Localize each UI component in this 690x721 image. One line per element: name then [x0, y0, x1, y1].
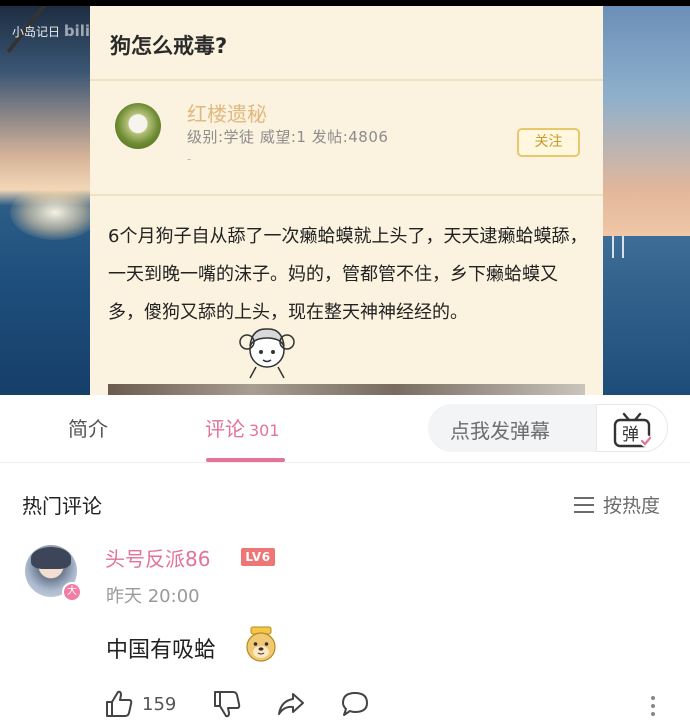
- comment-actions: 159: [104, 689, 674, 719]
- sun-glow: [10, 185, 100, 240]
- sort-by-heat-button[interactable]: 按热度: [573, 491, 660, 518]
- danmaku-input[interactable]: 点我发弹幕: [450, 415, 550, 444]
- danmaku-bar: 点我发弹幕 弹: [428, 404, 668, 452]
- danmaku-toggle-button[interactable]: 弹: [596, 404, 668, 452]
- bilibili-logo: bili: [63, 22, 91, 40]
- comment-time: 昨天 20:00: [106, 586, 200, 607]
- divider: [90, 79, 603, 81]
- like-icon[interactable]: [104, 689, 134, 719]
- sort-label: 按热度: [603, 495, 661, 517]
- background-sky: [600, 6, 690, 236]
- avatar-hair: [31, 547, 71, 569]
- tab-comments[interactable]: 评论 301: [205, 413, 280, 442]
- more-options-icon[interactable]: [650, 695, 656, 717]
- wind-turbine: [612, 236, 614, 258]
- author-name: 红楼遗秘: [187, 102, 267, 126]
- post-card: 狗怎么戒毒? 红楼遗秘 级别:学徒 威望:1 发帖:4806 - 关注 6个月狗…: [90, 6, 603, 395]
- commenter-name[interactable]: 头号反派86: [105, 543, 210, 572]
- wind-turbine: [622, 236, 624, 258]
- video-player[interactable]: 小岛记日 bili 狗怎么戒毒? 红楼遗秘 级别:学徒 威望:1 发帖:4806…: [0, 0, 690, 395]
- author-dot: -: [187, 152, 192, 166]
- comment-text: 中国有吸蛤: [106, 638, 217, 663]
- hot-comments-title: 热门评论: [22, 494, 102, 518]
- doge-emoji-icon: [246, 626, 276, 662]
- tab-comments-label: 评论: [205, 417, 245, 441]
- reply-icon[interactable]: [340, 689, 370, 719]
- like-count: 159: [142, 694, 177, 715]
- author-avatar: [115, 103, 161, 149]
- video-watermark: 小岛记日 bili: [12, 22, 90, 40]
- tab-bar: 简介 评论 301 点我发弹幕 弹: [0, 395, 690, 463]
- menu-lines-icon: [574, 496, 594, 513]
- vip-badge: 大: [62, 582, 82, 602]
- danmaku-tv-icon: 弹: [613, 412, 652, 448]
- anime-sticker-icon: [239, 328, 295, 379]
- watermark-text: 小岛记日: [12, 25, 61, 39]
- post-image: [108, 384, 585, 395]
- tab-intro[interactable]: 简介: [68, 413, 108, 442]
- background-sea: [600, 236, 690, 395]
- dislike-icon[interactable]: [212, 689, 242, 719]
- post-body: 6个月狗子自从舔了一次癞蛤蟆就上头了，天天逮癞蛤蟆舔，一天到晚一嘴的沫子。妈的，…: [108, 226, 588, 323]
- follow-button: 关注: [517, 128, 580, 157]
- share-icon[interactable]: [276, 689, 306, 719]
- author-meta: 级别:学徒 威望:1 发帖:4806: [187, 128, 389, 146]
- active-tab-indicator: [206, 458, 285, 462]
- post-title: 狗怎么戒毒?: [110, 34, 228, 58]
- level-badge: LV6: [241, 548, 275, 566]
- danmaku-char: 弹: [622, 425, 639, 445]
- divider: [90, 194, 603, 196]
- tab-comments-count: 301: [249, 421, 280, 440]
